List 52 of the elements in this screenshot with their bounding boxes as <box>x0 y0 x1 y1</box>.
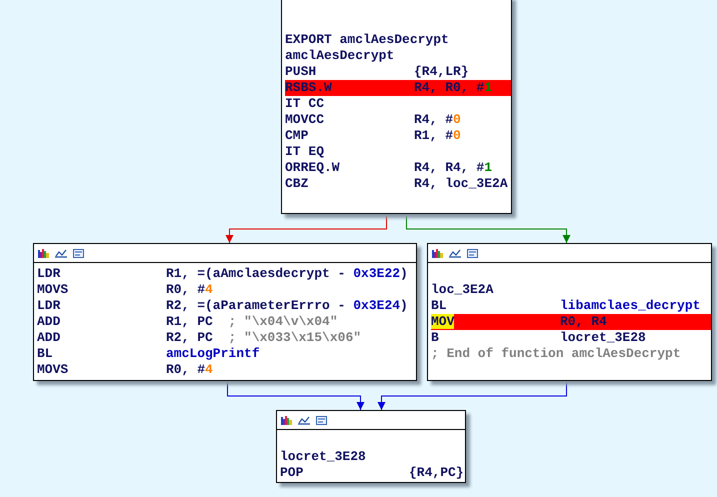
comment-icon[interactable] <box>467 248 478 258</box>
operands: libamclaes_decrypt <box>560 298 700 314</box>
chart-icon[interactable] <box>281 416 292 424</box>
code-block[interactable]: locret_3E28 POP {R4,PC} <box>276 410 466 483</box>
code-block[interactable]: LDR R1, =(aAmclaesdecrypt - 0x3E22) MOVS R0, #4 LDR R2, =(aParameterErrro - 0x3E24) ADD R1, PC ; "\x04\v\x04" ADD R2, PC ; "\x033\x15\x06" BL amcLogPrintf MOVS R0, #4 <box>33 243 417 381</box>
graph-icon[interactable] <box>55 248 67 258</box>
mnemonic: LDR <box>37 298 60 313</box>
mnemonic: IT CC <box>285 96 324 111</box>
operands: R1, PC ; "\x04\v\x04" <box>166 314 338 330</box>
mnemonic: ORREQ.W <box>285 160 340 175</box>
graph-icon[interactable] <box>449 248 461 258</box>
operands: {R4,PC} <box>409 465 464 481</box>
mnemonic: ADD <box>37 330 60 345</box>
operands: R2, PC ; "\x033\x15\x06" <box>166 330 362 346</box>
mnemonic: POP <box>280 465 304 480</box>
operands: amcLogPrintf <box>166 346 260 362</box>
code-label: loc_3E2A <box>431 282 494 298</box>
mnemonic: RSBS.W <box>285 80 332 95</box>
mnemonic: CBZ <box>285 176 308 191</box>
mnemonic: LDR <box>37 266 60 281</box>
code-label: locret_3E28 <box>280 449 366 465</box>
mnemonic: MOVCC <box>285 112 324 127</box>
operands: R1, #0 <box>414 128 461 144</box>
code-comment: ; End of function amclAesDecrypt <box>431 346 681 362</box>
operands: R4, loc_3E2A <box>414 176 508 192</box>
operands: R0, #4 <box>166 362 213 378</box>
operands: R4, R4, #1 <box>414 160 492 176</box>
operands: locret_3E28 <box>560 330 646 346</box>
mnemonic: MOVS <box>37 282 68 297</box>
code-label: EXPORT amclAesDecrypt <box>285 32 449 48</box>
chart-icon[interactable] <box>432 248 443 258</box>
chart-icon[interactable] <box>38 248 49 258</box>
mnemonic: ADD <box>37 314 60 329</box>
operands: R0, #4 <box>166 282 213 298</box>
operands: R4, #0 <box>414 112 461 128</box>
operands: {R4,LR} <box>414 64 469 80</box>
operands: R1, =(aAmclaesdecrypt - 0x3E22) <box>166 266 408 282</box>
mnemonic: BL <box>37 346 53 361</box>
comment-icon[interactable] <box>316 416 327 424</box>
mnemonic: BL <box>431 298 447 313</box>
code-block[interactable]: EXPORT amclAesDecrypt amclAesDecrypt PUSH {R4,LR} RSBS.W R4, R0, #1 IT CC MOVCC R4, #0 CMP R1, #0 IT EQ ORREQ.W R4, R4, #1 CBZ R4, loc_3E2A <box>281 0 512 214</box>
mnemonic: IT EQ <box>285 144 324 159</box>
mnemonic: CMP <box>285 128 308 143</box>
mnemonic: MOVS <box>37 362 68 377</box>
comment-icon[interactable] <box>73 248 84 258</box>
operands: R0, R4 <box>560 314 607 330</box>
graph-icon[interactable] <box>298 416 310 424</box>
mnemonic: B <box>431 330 439 345</box>
code-label: amclAesDecrypt <box>285 48 394 64</box>
operands: R2, =(aParameterErrro - 0x3E24) <box>166 298 408 314</box>
mnemonic: PUSH <box>285 64 316 79</box>
operands: R4, R0, #1 <box>414 80 492 96</box>
